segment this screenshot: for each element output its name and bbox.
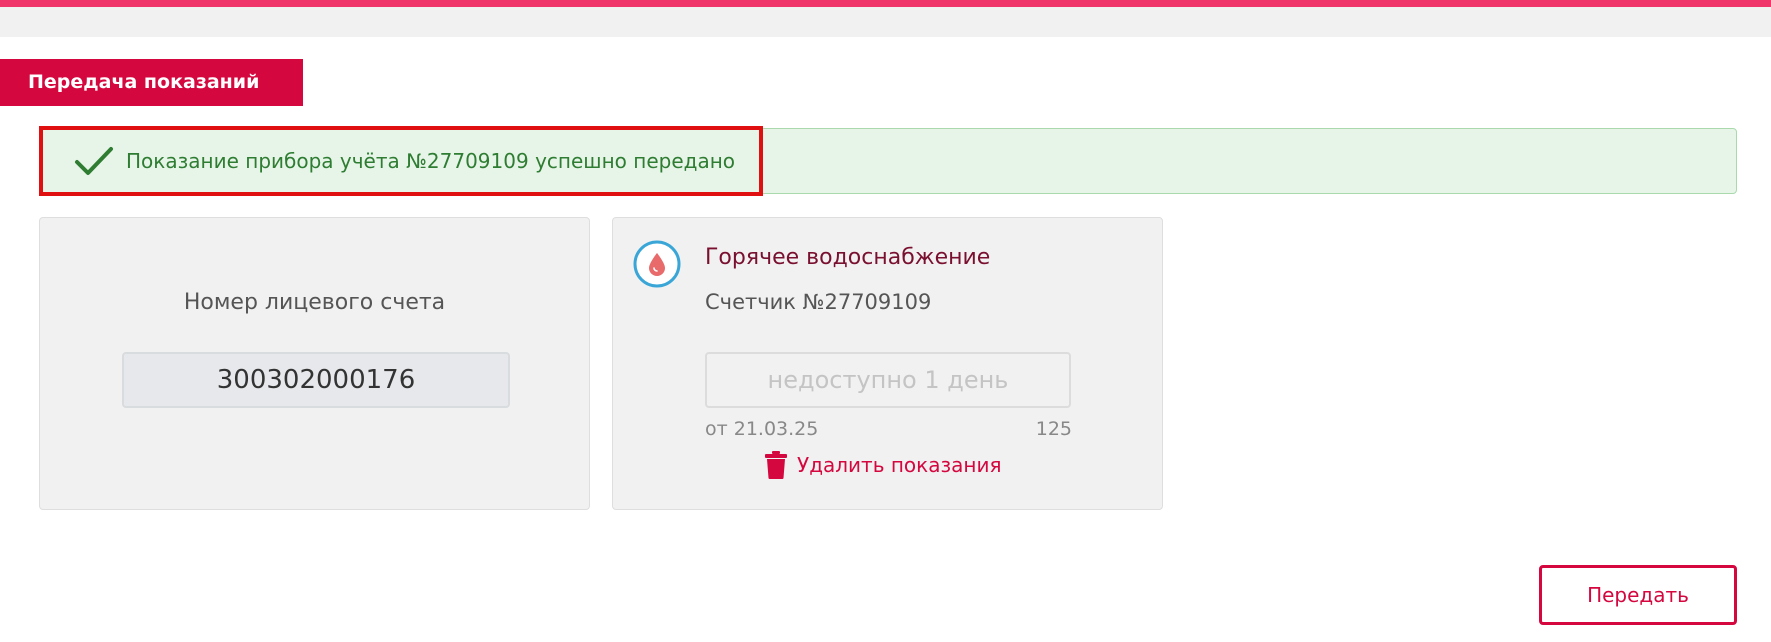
section-title: Передача показаний — [0, 59, 303, 106]
meter-card: Горячее водоснабжение Счетчик №27709109 … — [612, 217, 1163, 510]
reading-input[interactable] — [705, 352, 1071, 408]
meter-number: Счетчик №27709109 — [705, 290, 932, 314]
account-card: Номер лицевого счета 300302000176 — [39, 217, 590, 510]
service-name: Горячее водоснабжение — [705, 245, 991, 270]
checkmark-icon — [75, 147, 113, 175]
previous-reading-value: 125 — [1035, 418, 1072, 440]
delete-reading-button[interactable]: Удалить показания — [765, 450, 1002, 480]
header-band — [0, 7, 1771, 37]
top-accent-stripe — [0, 0, 1771, 7]
trash-icon — [765, 451, 787, 479]
previous-reading-date: от 21.03.25 — [705, 418, 819, 440]
delete-reading-label: Удалить показания — [797, 453, 1002, 477]
success-message: Показание прибора учёта №27709109 успешн… — [126, 149, 736, 173]
water-drop-icon — [633, 240, 681, 288]
account-number-label: Номер лицевого счета — [183, 290, 446, 315]
account-number-field: 300302000176 — [122, 352, 510, 408]
submit-button[interactable]: Передать — [1539, 565, 1737, 625]
